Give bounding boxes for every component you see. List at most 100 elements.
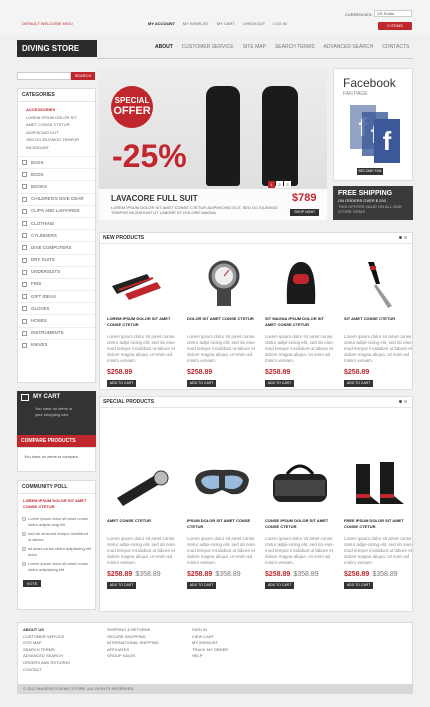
product-image[interactable]	[107, 456, 177, 514]
expand-box-icon[interactable]	[22, 342, 27, 348]
footer-link[interactable]: SEARCH TERMS	[23, 647, 70, 654]
poll-option[interactable]: Lorem ipsum dolor sit amet conse ctetur …	[18, 514, 95, 529]
login-link[interactable]: LOG IN	[273, 21, 287, 26]
nav-site-map[interactable]: SITE MAP	[243, 44, 266, 50]
expand-box-icon[interactable]	[22, 269, 27, 275]
product-name[interactable]: SIT MAGNA IPSUM DOLOR SIT AMET CONSE CTE…	[265, 316, 335, 330]
search-input[interactable]	[17, 72, 71, 80]
nav-customer-service[interactable]: CUSTOMER SERVICE	[182, 44, 234, 50]
become-fan-button[interactable]: BECOME FAN	[357, 168, 383, 175]
search-button[interactable]: SEARCH	[71, 72, 95, 80]
radio-icon[interactable]	[22, 547, 26, 551]
product-image[interactable]	[344, 254, 414, 312]
subcategory-link[interactable]: INCIDIDUNT	[18, 144, 95, 157]
category-item[interactable]: DIVE COMPUTERS	[18, 241, 95, 253]
category-item[interactable]: DRY SUITS	[18, 253, 95, 266]
footer-link[interactable]: CONTACT	[23, 667, 70, 674]
category-accessories[interactable]: ACCESSORIES	[18, 102, 95, 114]
category-item[interactable]: INSTRUMENTS	[18, 326, 95, 339]
checkout-link[interactable]: CHECKOUT	[243, 21, 265, 26]
footer-link[interactable]: GROUP SALES	[107, 653, 159, 660]
footer-link[interactable]: VIEW CART	[192, 634, 228, 641]
product-name[interactable]: LOREM IPSUM DOLOR SIT AMET CONSE CTETUR	[107, 316, 177, 330]
add-to-cart-button[interactable]: ADD TO CART	[107, 380, 136, 387]
free-shipping-banner[interactable]: FREE SHIPPING ON ORDERS OVER $ 200 THIS …	[333, 186, 413, 220]
carousel-dots[interactable]	[399, 236, 407, 239]
add-to-cart-button[interactable]: ADD TO CART	[344, 380, 373, 387]
footer-link[interactable]: INTERNATIONAL SHIPPING	[107, 640, 159, 647]
banner-page-1[interactable]: 1	[268, 181, 275, 188]
logo[interactable]: DIVING STORE	[17, 40, 97, 57]
subcategory-link[interactable]: AMET CONSE CTETUR	[18, 121, 95, 129]
product-name[interactable]: CONSE IPSUM DOLOR SIT AMET CONSE CTETUR	[265, 518, 335, 532]
category-item[interactable]: CLIPS AND LANYARDS	[18, 204, 95, 217]
category-item[interactable]: FINS	[18, 277, 95, 290]
footer-link[interactable]: SHIPPING & RETURNS	[107, 627, 159, 634]
header-cart-button[interactable]: 0 ITEMS	[378, 22, 412, 30]
expand-box-icon[interactable]	[22, 306, 27, 312]
category-item[interactable]: UNDERSUITS	[18, 265, 95, 278]
expand-box-icon[interactable]	[22, 330, 27, 336]
vote-button[interactable]: VOTE	[23, 580, 41, 587]
product-image[interactable]	[344, 456, 414, 514]
subcategory-link[interactable]: ADIPISCING ELIT	[18, 129, 95, 137]
footer-link[interactable]: ADVANCED SEARCH	[23, 653, 70, 660]
product-image[interactable]	[187, 456, 257, 514]
footer-link[interactable]: HELP	[192, 653, 228, 660]
expand-box-icon[interactable]	[22, 221, 27, 227]
footer-link[interactable]: SITE MAP	[23, 640, 70, 647]
add-to-cart-button[interactable]: ADD TO CART	[344, 582, 373, 589]
category-item[interactable]: HOSES	[18, 314, 95, 326]
footer-link[interactable]: CUSTOMER SERVICE	[23, 634, 70, 641]
product-name[interactable]: SIT AMET CONSE CTETUR	[344, 316, 414, 330]
footer-link[interactable]: AFFILIATES	[107, 647, 159, 654]
footer-link[interactable]: TRACK MY ORDER	[192, 647, 228, 654]
subcategory-link[interactable]: SED DO EIUSMOD TEMPOR	[18, 136, 95, 144]
banner-page-3[interactable]: 3	[284, 181, 291, 188]
expand-box-icon[interactable]	[22, 196, 27, 202]
expand-box-icon[interactable]	[22, 257, 27, 263]
category-item[interactable]: CHILDREN'S DIVE GEAR	[18, 192, 95, 205]
carousel-dots[interactable]	[399, 400, 407, 403]
my-cart-link[interactable]: MY CART	[217, 21, 235, 26]
footer-link[interactable]: ABOUT US	[23, 627, 70, 634]
footer-link[interactable]: SIGN IN	[192, 627, 228, 634]
product-image[interactable]	[187, 254, 257, 312]
product-name[interactable]: AMET CONSE CTETUR	[107, 518, 177, 532]
category-item[interactable]: BOOKS	[18, 180, 95, 192]
footer-link[interactable]: ORDERS AND RETURNS	[23, 660, 70, 667]
expand-box-icon[interactable]	[22, 233, 27, 239]
category-item[interactable]: CYLINDERS	[18, 229, 95, 241]
poll-option[interactable]: sed do eiusmod tempor incididunt ut labo…	[18, 529, 95, 544]
add-to-cart-button[interactable]: ADD TO CART	[265, 582, 294, 589]
expand-box-icon[interactable]	[22, 281, 27, 287]
add-to-cart-button[interactable]: ADD TO CART	[265, 380, 294, 387]
currency-select[interactable]: US Dollar	[374, 10, 412, 17]
radio-icon[interactable]	[22, 517, 26, 521]
shop-now-button[interactable]: SHOP NOW!	[290, 209, 319, 216]
footer-link[interactable]: MY WISHLIST	[192, 640, 228, 647]
product-name[interactable]: DOLOR SIT AMET CONSE CTETUR	[187, 316, 257, 330]
expand-box-icon[interactable]	[22, 318, 27, 324]
radio-icon[interactable]	[22, 532, 26, 536]
category-item[interactable]: BAGS	[18, 156, 95, 168]
product-image[interactable]	[107, 254, 177, 312]
expand-box-icon[interactable]	[22, 160, 27, 166]
add-to-cart-button[interactable]: ADD TO CART	[187, 582, 216, 589]
expand-box-icon[interactable]	[22, 294, 27, 300]
product-name[interactable]: IPSUM DOLOR SIT AMET CONSE CTETUR	[187, 518, 257, 532]
category-item[interactable]: GIFT IDEAS	[18, 290, 95, 302]
nav-advanced-search[interactable]: ADVANCED SEARCH	[324, 44, 374, 50]
category-item[interactable]: KNIVES	[18, 338, 95, 351]
add-to-cart-button[interactable]: ADD TO CART	[107, 582, 136, 589]
expand-box-icon[interactable]	[22, 172, 27, 178]
nav-search-terms[interactable]: SEARCH TERMS	[275, 44, 315, 50]
product-name[interactable]: FREE IPSUM DOLOR SIT AMET CONSE CTETUR	[344, 518, 414, 532]
category-item[interactable]: BCDS	[18, 168, 95, 180]
expand-box-icon[interactable]	[22, 184, 27, 190]
product-image[interactable]	[265, 254, 335, 312]
footer-link[interactable]: SECURE SHOPPING	[107, 634, 159, 641]
product-image[interactable]	[265, 456, 335, 514]
banner-page-2[interactable]: 2	[276, 181, 283, 188]
poll-option[interactable]: sit amet conse ctetur adipisicing elit d…	[18, 544, 95, 559]
